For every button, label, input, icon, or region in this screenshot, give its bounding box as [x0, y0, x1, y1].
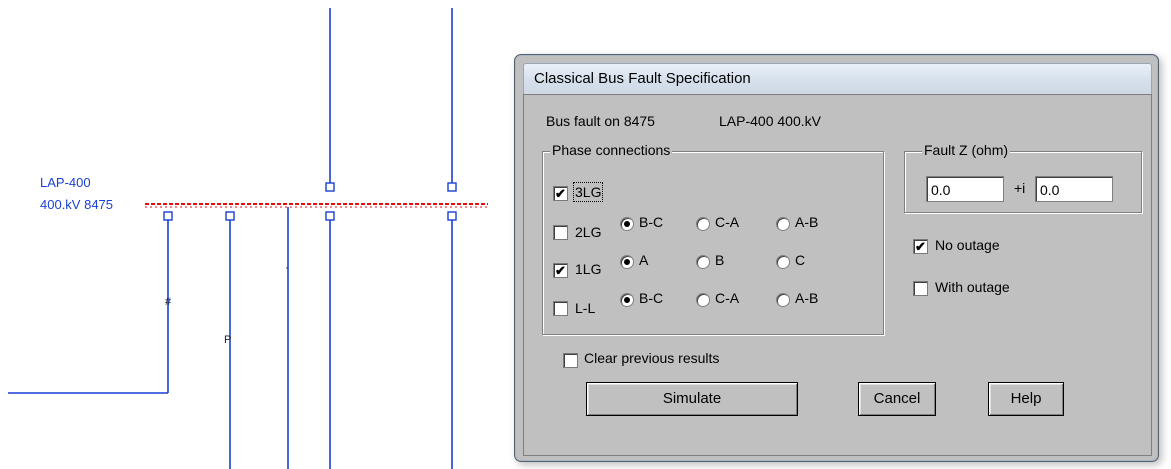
dialog-body: Bus fault on 8475 LAP-400 400.kV Phase c… — [523, 94, 1152, 456]
element-glyph: P — [224, 334, 232, 346]
cancel-button[interactable]: Cancel — [858, 382, 936, 416]
with-outage-label[interactable]: With outage — [935, 279, 1010, 295]
simulate-button[interactable]: Simulate — [586, 382, 798, 416]
breaker-marker[interactable] — [447, 211, 457, 221]
fault-z-label: Fault Z (ohm) — [922, 142, 1011, 158]
breaker-marker[interactable] — [325, 211, 335, 221]
element-glyph: # — [165, 296, 172, 308]
dialog-titlebar[interactable]: Classical Bus Fault Specification — [523, 63, 1152, 95]
breaker-marker[interactable] — [325, 182, 335, 192]
fault-z-real-input[interactable]: 0.0 — [926, 176, 1004, 202]
radio-2lg-ab[interactable] — [776, 217, 790, 231]
breaker-marker[interactable] — [447, 182, 457, 192]
clear-previous-results-label[interactable]: Clear previous results — [584, 350, 719, 366]
radio-ll-ab-label[interactable]: A-B — [795, 290, 818, 306]
radio-ll-bc[interactable] — [620, 293, 634, 307]
checkbox-2lg[interactable] — [553, 225, 568, 240]
radio-2lg-bc[interactable] — [620, 217, 634, 231]
bus-voltage-number-label[interactable]: 400.kV 8475 — [40, 197, 113, 212]
radio-ll-ca-label[interactable]: C-A — [715, 290, 739, 306]
radio-ll-ca[interactable] — [696, 293, 710, 307]
radio-ll-bc-label[interactable]: B-C — [639, 290, 663, 306]
with-outage-checkbox[interactable] — [913, 281, 928, 296]
phase-connections-label: Phase connections — [550, 142, 673, 158]
radio-2lg-ca[interactable] — [696, 217, 710, 231]
label-1lg[interactable]: 1LG — [575, 261, 601, 277]
checkbox-ll[interactable] — [553, 301, 568, 316]
radio-1lg-b-label[interactable]: B — [715, 252, 724, 268]
radio-1lg-a-label[interactable]: A — [639, 252, 648, 268]
radio-1lg-b[interactable] — [696, 255, 710, 269]
fault-spec-dialog: Classical Bus Fault Specification Bus fa… — [514, 54, 1159, 462]
label-ll[interactable]: L-L — [575, 300, 595, 316]
breaker-marker[interactable] — [163, 211, 173, 221]
element-glyph: · — [285, 262, 289, 274]
radio-ll-ab[interactable] — [776, 293, 790, 307]
no-outage-label[interactable]: No outage — [935, 237, 1000, 253]
label-2lg[interactable]: 2LG — [575, 224, 601, 240]
fault-z-imag-sep: +i — [1014, 180, 1026, 196]
help-button[interactable]: Help — [988, 382, 1064, 416]
radio-2lg-ab-label[interactable]: A-B — [795, 214, 818, 230]
radio-1lg-a[interactable] — [620, 255, 634, 269]
fault-z-imag-input[interactable]: 0.0 — [1035, 176, 1113, 202]
clear-previous-results-checkbox[interactable] — [563, 353, 578, 368]
dialog-title: Classical Bus Fault Specification — [534, 70, 751, 87]
checkbox-1lg[interactable]: ✔ — [553, 263, 568, 278]
radio-2lg-ca-label[interactable]: C-A — [715, 214, 739, 230]
bus-fault-on-text: Bus fault on 8475 — [546, 113, 655, 129]
radio-1lg-c-label[interactable]: C — [795, 252, 805, 268]
bus-fault-name-text: LAP-400 400.kV — [719, 113, 821, 129]
label-3lg[interactable]: 3LG — [572, 182, 604, 202]
breaker-marker[interactable] — [225, 211, 235, 221]
no-outage-checkbox[interactable]: ✔ — [913, 239, 928, 254]
checkbox-3lg[interactable]: ✔ — [553, 186, 568, 201]
radio-1lg-c[interactable] — [776, 255, 790, 269]
radio-2lg-bc-label[interactable]: B-C — [639, 214, 663, 230]
bus-name-label[interactable]: LAP-400 — [40, 175, 91, 190]
